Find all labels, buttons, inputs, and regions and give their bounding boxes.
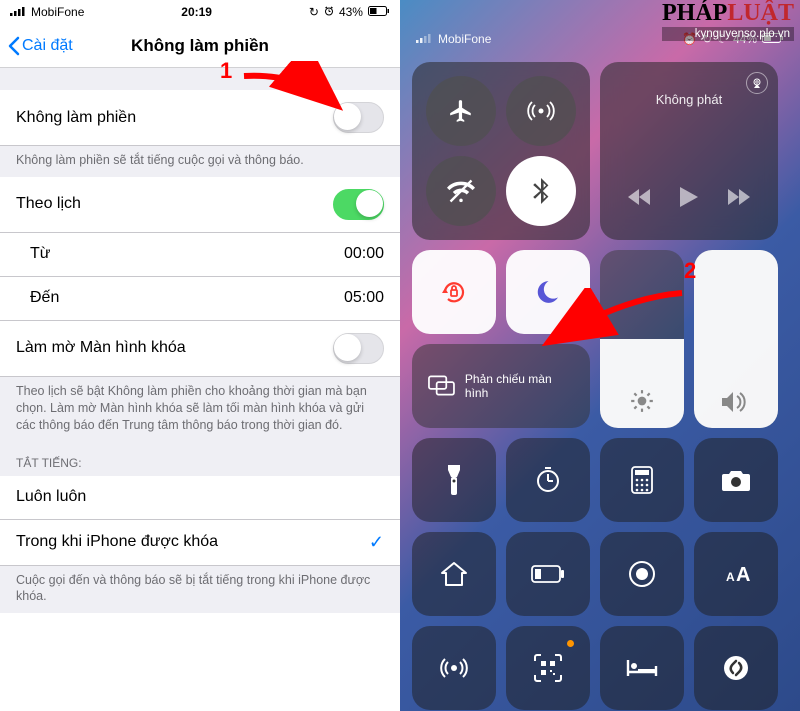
bluetooth-button[interactable] xyxy=(506,156,576,226)
cc-carrier: MobiFone xyxy=(438,32,491,46)
silence-locked-row[interactable]: Trong khi iPhone được khóa ✓ xyxy=(0,520,400,566)
svg-text:A: A xyxy=(736,564,750,585)
text-size-button[interactable]: AA xyxy=(694,532,778,616)
orientation-lock-button[interactable] xyxy=(412,250,496,334)
media-panel[interactable]: Không phát xyxy=(600,62,778,240)
flashlight-button[interactable] xyxy=(412,438,496,522)
silence-always-row[interactable]: Luôn luôn xyxy=(0,476,400,520)
calculator-button[interactable] xyxy=(600,438,684,522)
annotation-2: 2 xyxy=(684,258,696,284)
media-title: Không phát xyxy=(656,74,723,107)
schedule-toggle[interactable] xyxy=(333,189,384,220)
bed-button[interactable] xyxy=(600,626,684,710)
low-power-button[interactable] xyxy=(506,532,590,616)
airplay-icon[interactable] xyxy=(746,72,768,94)
connectivity-panel[interactable] xyxy=(412,62,590,240)
screen-mirror-label: Phản chiếu màn hình xyxy=(465,372,574,400)
from-value: 00:00 xyxy=(344,245,384,263)
schedule-toggle-row[interactable]: Theo lịch xyxy=(0,177,400,233)
dim-toggle[interactable] xyxy=(333,333,384,364)
carrier-label: MobiFone xyxy=(31,5,84,19)
play-icon[interactable] xyxy=(680,187,698,212)
page-title: Không làm phiền xyxy=(131,36,269,56)
shazam-button[interactable] xyxy=(694,626,778,710)
battery-icon xyxy=(368,5,390,19)
watermark: PHÁPLUẬT kynguyenso.plo.vn xyxy=(662,0,794,41)
watermark-url: kynguyenso.plo.vn xyxy=(662,27,794,41)
silence-description: Cuộc gọi đến và thông báo sẽ bị tắt tiến… xyxy=(0,566,400,614)
silence-always-label: Luôn luôn xyxy=(16,488,86,506)
volume-slider[interactable] xyxy=(694,250,778,428)
to-value: 05:00 xyxy=(344,289,384,307)
wifi-button[interactable] xyxy=(426,156,496,226)
arrow-1-icon xyxy=(239,61,359,121)
status-time: 20:19 xyxy=(181,5,212,19)
screen-record-button[interactable] xyxy=(600,532,684,616)
dim-description: Theo lịch sẽ bật Không làm phiền cho kho… xyxy=(0,377,400,442)
to-time-row[interactable]: Đến 05:00 xyxy=(0,277,400,321)
checkmark-icon: ✓ xyxy=(369,532,384,553)
dim-label: Làm mờ Màn hình khóa xyxy=(16,339,186,357)
to-label: Đến xyxy=(16,289,59,307)
hearing-button[interactable] xyxy=(412,626,496,710)
from-label: Từ xyxy=(16,245,50,263)
dnd-label: Không làm phiền xyxy=(16,109,136,127)
airplane-button[interactable] xyxy=(426,76,496,146)
back-label: Cài đặt xyxy=(22,37,73,55)
prev-track-icon[interactable] xyxy=(628,189,650,210)
home-button[interactable] xyxy=(412,532,496,616)
status-bar: MobiFone 20:19 ↻ 43% xyxy=(0,0,400,24)
schedule-label: Theo lịch xyxy=(16,195,81,213)
silence-header: TẮT TIẾNG: xyxy=(0,442,400,476)
cellular-button[interactable] xyxy=(506,76,576,146)
signal-icon xyxy=(10,5,26,19)
dim-lock-row[interactable]: Làm mờ Màn hình khóa xyxy=(0,321,400,377)
orientation-lock-icon: ↻ xyxy=(309,5,319,19)
from-time-row[interactable]: Từ 00:00 xyxy=(0,233,400,277)
camera-button[interactable] xyxy=(694,438,778,522)
alarm-icon xyxy=(324,5,334,19)
signal-icon xyxy=(416,32,432,46)
back-button[interactable]: Cài đặt xyxy=(8,36,73,56)
next-track-icon[interactable] xyxy=(728,189,750,210)
annotation-1: 1 xyxy=(220,58,232,84)
battery-percent: 43% xyxy=(339,5,363,19)
svg-text:A: A xyxy=(726,570,735,584)
arrow-2-icon xyxy=(532,288,692,358)
silence-locked-label: Trong khi iPhone được khóa xyxy=(16,533,218,551)
timer-button[interactable] xyxy=(506,438,590,522)
qr-scan-button[interactable] xyxy=(506,626,590,710)
dnd-description: Không làm phiền sẽ tắt tiếng cuộc gọi và… xyxy=(0,146,400,177)
